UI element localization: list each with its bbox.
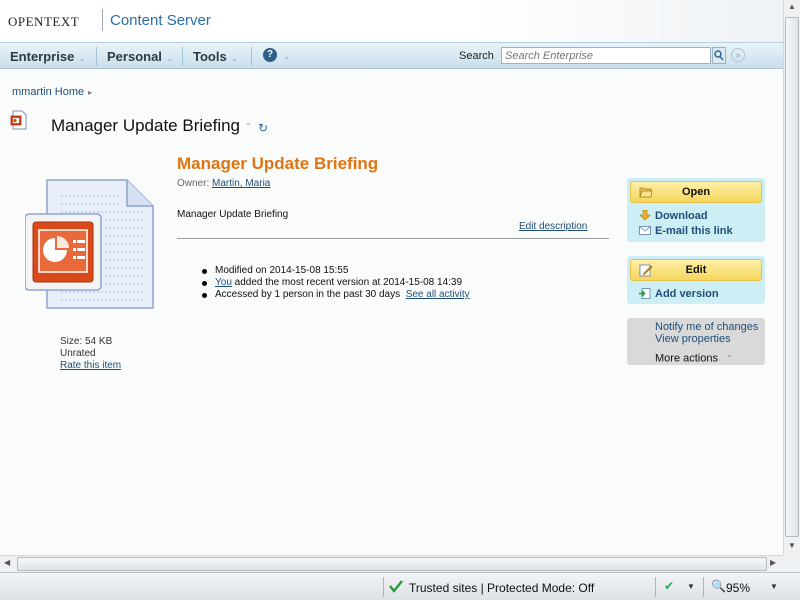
- nav-enterprise[interactable]: Enterprise ⌄: [10, 49, 86, 64]
- open-folder-icon: [639, 187, 653, 198]
- security-zone-status[interactable]: Trusted sites | Protected Mode: Off: [409, 581, 594, 595]
- version-text: added the most recent version at 2014-15…: [234, 277, 463, 288]
- checkmark-icon: [389, 580, 403, 593]
- status-divider: [703, 577, 704, 597]
- open-actions-panel: Open Download E-mail this link: [627, 178, 765, 242]
- owner-label: Owner:: [177, 178, 210, 189]
- modified-text: Modified on 2014-15-08 15:55: [215, 265, 349, 276]
- zoom-level[interactable]: 95%: [726, 581, 750, 595]
- horizontal-scrollbar[interactable]: ◀ ▶: [0, 555, 783, 572]
- nav-personal-label: Personal: [107, 49, 162, 64]
- list-item: Accessed by 1 person in the past 30 days…: [200, 289, 470, 301]
- scroll-up-arrow-icon[interactable]: ▲: [788, 2, 796, 11]
- size-label: Size:: [60, 336, 83, 347]
- open-label: Open: [681, 186, 711, 198]
- scroll-left-arrow-icon[interactable]: ◀: [4, 558, 10, 567]
- main-nav-bar: Enterprise ⌄ Personal ⌄ Tools ⌄ ? ⌄ Search …: [0, 42, 783, 69]
- divider: [177, 238, 609, 239]
- more-actions-label: More actions: [655, 352, 718, 365]
- breadcrumb[interactable]: mmartin Home ▸: [12, 86, 92, 98]
- see-all-activity-link[interactable]: See all activity: [406, 289, 470, 300]
- list-item: You added the most recent version at 201…: [200, 277, 470, 289]
- chevron-down-icon: ⌄: [78, 53, 86, 63]
- product-name: Content Server: [110, 12, 211, 29]
- owner-line: Owner: Martin, Maria: [177, 178, 270, 189]
- search-input[interactable]: [501, 47, 711, 64]
- edit-label: Edit: [685, 264, 707, 276]
- edit-description-link[interactable]: Edit description: [519, 221, 587, 232]
- add-version-icon: [639, 288, 651, 299]
- chevron-down-icon[interactable]: ▼: [687, 582, 695, 591]
- vertical-scroll-thumb[interactable]: [785, 17, 799, 537]
- search-label: Search: [459, 50, 494, 62]
- add-version-link[interactable]: Add version: [655, 288, 719, 300]
- chevron-right-icon: ▸: [88, 88, 93, 97]
- chevron-down-icon: ⌄: [725, 350, 733, 359]
- nav-tools-label: Tools: [193, 49, 227, 64]
- edit-pencil-icon: [639, 264, 653, 277]
- security-zone-icon[interactable]: ✔: [664, 579, 674, 593]
- email-icon: [639, 226, 651, 235]
- status-divider: [655, 577, 656, 597]
- horizontal-scroll-thumb[interactable]: [17, 557, 767, 571]
- chevron-down-icon: ⌄: [165, 53, 174, 63]
- accessed-text: Accessed by 1 person in the past 30 days: [215, 289, 401, 300]
- open-button[interactable]: Open: [630, 181, 762, 203]
- download-link[interactable]: Download: [655, 210, 708, 222]
- nav-divider: [182, 47, 183, 66]
- nav-divider: [251, 47, 252, 66]
- status-divider: [383, 577, 384, 597]
- browser-status-bar: Trusted sites | Protected Mode: Off ✔ ▼ …: [0, 572, 800, 600]
- page-title: Manager Update Briefing: [51, 116, 241, 135]
- activity-list: Modified on 2014-15-08 15:55 You added t…: [200, 265, 470, 301]
- scrollbar-corner: [783, 555, 800, 572]
- logo-word-text: TEXT: [43, 14, 80, 29]
- size-value: 54 KB: [85, 336, 113, 347]
- rate-item-link[interactable]: Rate this item: [60, 360, 121, 371]
- you-link[interactable]: You: [215, 277, 232, 288]
- zoom-icon[interactable]: 🔍: [711, 579, 726, 593]
- rating-status: Unrated: [60, 348, 96, 359]
- document-thumbnail: [25, 179, 154, 309]
- opentext-logo[interactable]: OPENTEXT: [8, 11, 79, 31]
- document-heading: Manager Update Briefing: [177, 154, 379, 173]
- edit-actions-panel: Edit Add version: [627, 256, 765, 304]
- refresh-icon[interactable]: ↻: [258, 121, 268, 135]
- scroll-right-arrow-icon[interactable]: ▶: [770, 558, 776, 567]
- breadcrumb-home[interactable]: mmartin Home: [12, 86, 84, 98]
- chevron-down-icon[interactable]: ⌄: [244, 117, 252, 128]
- view-properties-link[interactable]: View properties: [655, 333, 731, 345]
- chevron-down-icon[interactable]: ▼: [770, 582, 778, 591]
- nav-divider: [96, 47, 97, 66]
- main-content: mmartin Home ▸ Manager Update Briefing ⌄ …: [0, 70, 783, 555]
- nav-personal[interactable]: Personal ⌄: [107, 49, 173, 64]
- app-header: OPENTEXT Content Server: [0, 0, 783, 42]
- logo-divider: [102, 9, 103, 31]
- nav-enterprise-label: Enterprise: [10, 49, 75, 64]
- powerpoint-file-icon: [10, 110, 27, 130]
- more-actions-panel: Notify me of changes View properties Mor…: [627, 318, 765, 365]
- help-icon[interactable]: ?: [263, 48, 277, 62]
- nav-tools[interactable]: Tools ⌄: [193, 49, 238, 64]
- more-actions-menu[interactable]: More actions ⌄: [655, 350, 733, 365]
- chevron-down-icon: ⌄: [230, 53, 239, 63]
- edit-button[interactable]: Edit: [630, 259, 762, 281]
- download-arrow-icon: [639, 210, 651, 221]
- scroll-down-arrow-icon[interactable]: ▼: [788, 541, 796, 550]
- advanced-search-icon[interactable]: »: [731, 48, 745, 62]
- document-description: Manager Update Briefing: [177, 209, 289, 220]
- notify-changes-link[interactable]: Notify me of changes: [655, 321, 758, 333]
- email-link[interactable]: E-mail this link: [655, 225, 733, 237]
- file-size: Size: 54 KB: [60, 336, 112, 347]
- search-icon: [714, 50, 724, 61]
- owner-link[interactable]: Martin, Maria: [212, 178, 270, 189]
- chevron-down-icon[interactable]: ⌄: [283, 51, 291, 62]
- search-button[interactable]: [712, 47, 726, 64]
- logo-word-open: OPEN: [8, 14, 44, 29]
- vertical-scrollbar[interactable]: ▲ ▼: [783, 0, 800, 555]
- list-item: Modified on 2014-15-08 15:55: [200, 265, 470, 277]
